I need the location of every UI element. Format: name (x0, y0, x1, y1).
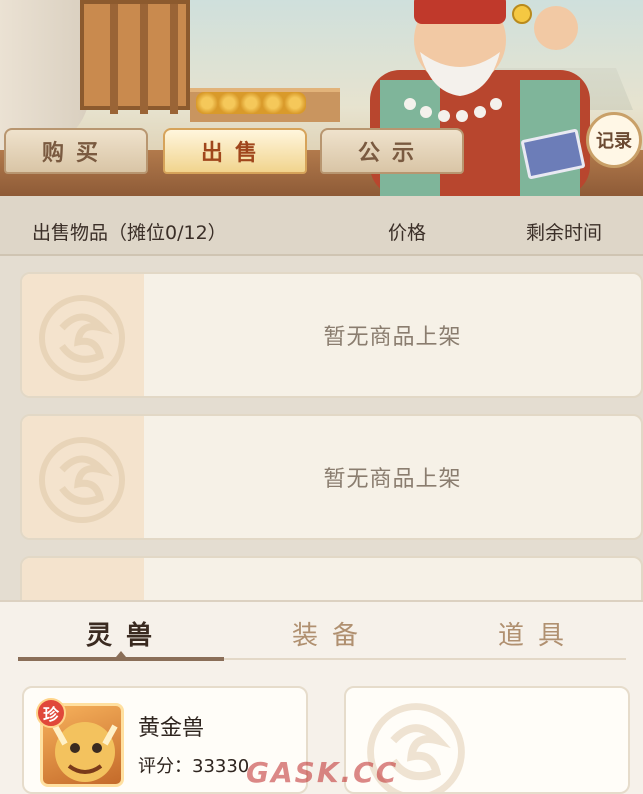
record-button[interactable]: 记录 (586, 112, 642, 168)
active-tab-indicator (18, 657, 224, 661)
emblem-placeholder-icon (39, 437, 125, 523)
header-time-label: 剩余时间 (526, 222, 603, 244)
empty-slot[interactable]: 暂无商品上架 (20, 272, 643, 398)
tab-spirit-beast[interactable]: 灵兽 (86, 615, 166, 652)
tab-items[interactable]: 道具 (498, 615, 578, 652)
coins-decoration (196, 92, 306, 114)
tab-equipment[interactable]: 装备 (292, 615, 372, 652)
watermark: GASK.CC (246, 756, 399, 789)
rare-badge: 珍 (36, 698, 66, 728)
slot-thumbnail (22, 274, 144, 396)
emblem-placeholder-icon (39, 295, 125, 381)
caret-up-icon (116, 651, 126, 657)
slot-empty-text: 暂无商品上架 (323, 467, 462, 492)
slot-thumbnail (22, 416, 144, 538)
tab-buy[interactable]: 购买 (4, 128, 148, 174)
header-item-label: 出售物品（摊位0/12） (32, 222, 227, 244)
tab-sell[interactable]: 出售 (163, 128, 307, 174)
score-value: 33330 (192, 756, 250, 777)
tab-announcement[interactable]: 公示 (320, 128, 464, 174)
shelf-decoration (80, 0, 190, 114)
slot-empty-text: 暂无商品上架 (323, 325, 462, 350)
pet-name: 黄金兽 (138, 716, 205, 741)
sell-list-panel (0, 196, 643, 606)
empty-slot[interactable]: 暂无商品上架 (20, 414, 643, 540)
score-label: 评分： (138, 756, 192, 777)
pet-score: 评分：33330 (138, 752, 249, 778)
header-price-label: 价格 (388, 222, 427, 244)
